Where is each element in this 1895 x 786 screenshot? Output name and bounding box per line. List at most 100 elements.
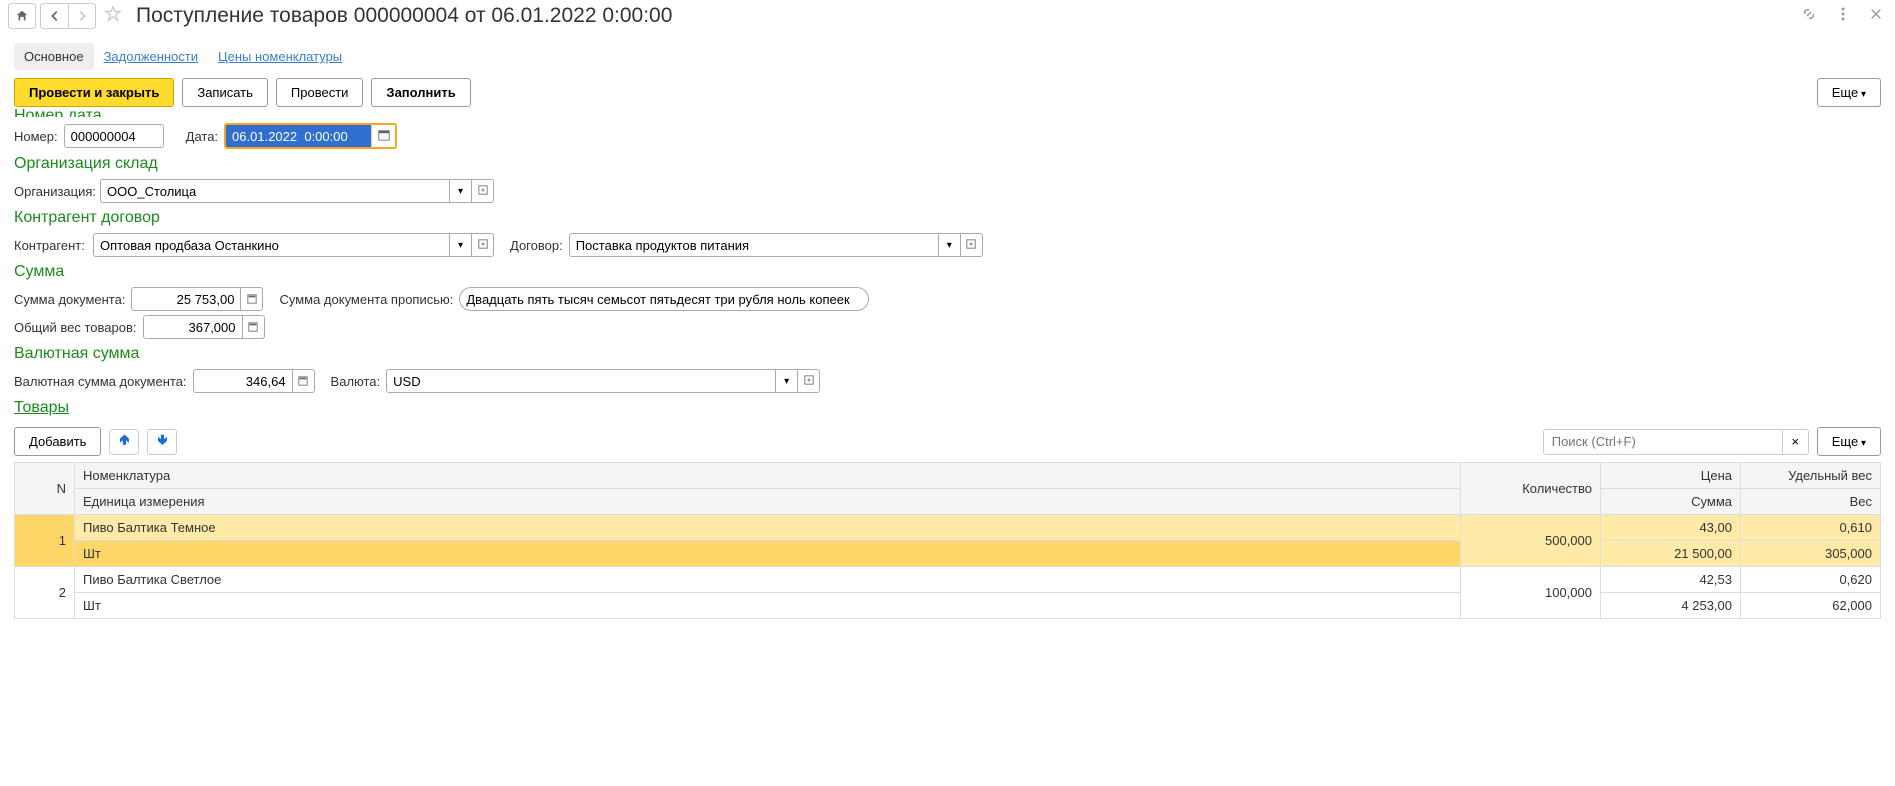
calculator-icon <box>298 376 308 386</box>
calendar-icon <box>378 129 390 141</box>
doc-sum-calc-button[interactable] <box>241 287 263 311</box>
cell-sum[interactable]: 21 500,00 <box>1601 541 1741 567</box>
home-button[interactable] <box>8 3 36 29</box>
th-sum[interactable]: Сумма <box>1601 489 1741 515</box>
tab-debts[interactable]: Задолженности <box>94 43 208 70</box>
org-input[interactable] <box>100 179 450 203</box>
section-org-warehouse[interactable]: Организация склад <box>14 155 1881 173</box>
link-icon <box>1801 6 1817 22</box>
doc-sum-input[interactable] <box>131 287 241 311</box>
tab-main[interactable]: Основное <box>14 43 94 70</box>
total-weight-calc-button[interactable] <box>243 315 265 339</box>
date-picker-button[interactable] <box>371 125 395 147</box>
section-counterparty-contract[interactable]: Контрагент договор <box>14 209 1881 227</box>
cell-nomenclature[interactable]: Пиво Балтика Темное <box>75 515 1461 541</box>
tab-prices[interactable]: Цены номенклатуры <box>208 43 352 70</box>
nav-back-button[interactable] <box>40 3 68 29</box>
cell-unit-weight[interactable]: 0,620 <box>1741 567 1881 593</box>
counterparty-dropdown-button[interactable]: ▾ <box>450 233 472 257</box>
number-input[interactable] <box>64 124 164 148</box>
table-more-button[interactable]: Еще <box>1817 427 1881 456</box>
add-row-button[interactable]: Добавить <box>14 427 101 456</box>
search-clear-button[interactable]: × <box>1783 429 1809 455</box>
cell-unit[interactable]: Шт <box>75 541 1461 567</box>
table-row[interactable]: Шт 4 253,00 62,000 <box>15 593 1881 619</box>
move-down-button[interactable]: 🢃 <box>147 429 177 455</box>
cell-quantity[interactable]: 100,000 <box>1461 567 1601 619</box>
counterparty-input[interactable] <box>93 233 450 257</box>
cell-weight[interactable]: 62,000 <box>1741 593 1881 619</box>
doc-sum-label: Сумма документа: <box>14 292 125 307</box>
date-label: Дата: <box>186 129 218 144</box>
cell-quantity[interactable]: 500,000 <box>1461 515 1601 567</box>
home-icon <box>15 9 29 23</box>
cell-sum[interactable]: 4 253,00 <box>1601 593 1741 619</box>
org-dropdown-button[interactable]: ▾ <box>450 179 472 203</box>
date-input[interactable] <box>226 125 371 147</box>
goods-table: N Номенклатура Количество Цена Удельный … <box>14 462 1881 619</box>
th-nomenclature[interactable]: Номенклатура <box>75 463 1461 489</box>
contract-dropdown-button[interactable]: ▾ <box>939 233 961 257</box>
section-currency-sum[interactable]: Валютная сумма <box>14 345 1881 363</box>
close-button[interactable] <box>1865 3 1887 28</box>
section-sum[interactable]: Сумма <box>14 263 1881 281</box>
total-weight-label: Общий вес товаров: <box>14 320 137 335</box>
section-goods[interactable]: Товары <box>14 399 1881 417</box>
post-button[interactable]: Провести <box>276 78 364 107</box>
currency-input[interactable] <box>386 369 776 393</box>
table-row[interactable]: 1 Пиво Балтика Темное 500,000 43,00 0,61… <box>15 515 1881 541</box>
total-weight-input[interactable] <box>143 315 243 339</box>
org-open-button[interactable] <box>472 179 494 203</box>
nav-forward-button[interactable] <box>68 3 96 29</box>
calculator-icon <box>247 294 257 304</box>
th-quantity[interactable]: Количество <box>1461 463 1601 515</box>
th-unit-weight[interactable]: Удельный вес <box>1741 463 1881 489</box>
table-row[interactable]: 2 Пиво Балтика Светлое 100,000 42,53 0,6… <box>15 567 1881 593</box>
cell-n[interactable]: 2 <box>15 567 75 619</box>
table-search-input[interactable] <box>1543 429 1783 455</box>
cell-nomenclature[interactable]: Пиво Балтика Светлое <box>75 567 1461 593</box>
currency-label: Валюта: <box>331 374 381 389</box>
favorite-button[interactable] <box>100 3 126 29</box>
cell-n[interactable]: 1 <box>15 515 75 567</box>
cell-weight[interactable]: 305,000 <box>1741 541 1881 567</box>
th-price[interactable]: Цена <box>1601 463 1741 489</box>
open-icon <box>966 239 976 249</box>
arrow-right-icon <box>75 9 89 23</box>
cell-price[interactable]: 43,00 <box>1601 515 1741 541</box>
th-weight[interactable]: Вес <box>1741 489 1881 515</box>
cell-unit[interactable]: Шт <box>75 593 1461 619</box>
close-icon <box>1869 7 1883 21</box>
more-button[interactable]: Еще <box>1817 78 1881 107</box>
org-label: Организация: <box>14 184 94 199</box>
doc-sum-words-label: Сумма документа прописью: <box>279 292 453 307</box>
menu-button[interactable] <box>1831 2 1855 29</box>
contract-input[interactable] <box>569 233 939 257</box>
currency-sum-calc-button[interactable] <box>293 369 315 393</box>
cell-price[interactable]: 42,53 <box>1601 567 1741 593</box>
move-up-button[interactable]: 🢁 <box>109 429 139 455</box>
doc-sum-words-input <box>459 287 869 311</box>
date-input-group <box>224 123 397 149</box>
contract-open-button[interactable] <box>961 233 983 257</box>
cell-unit-weight[interactable]: 0,610 <box>1741 515 1881 541</box>
dots-vertical-icon <box>1835 6 1851 22</box>
save-button[interactable]: Записать <box>182 78 268 107</box>
table-row[interactable]: Шт 21 500,00 305,000 <box>15 541 1881 567</box>
section-number-date[interactable]: Номер дата <box>14 107 1881 117</box>
document-title: Поступление товаров 000000004 от 06.01.2… <box>136 4 672 28</box>
counterparty-open-button[interactable] <box>472 233 494 257</box>
th-n[interactable]: N <box>15 463 75 515</box>
star-icon <box>104 5 122 23</box>
fill-button[interactable]: Заполнить <box>371 78 470 107</box>
link-button[interactable] <box>1797 2 1821 29</box>
open-icon <box>478 239 488 249</box>
th-unit[interactable]: Единица измерения <box>75 489 1461 515</box>
contract-label: Договор: <box>510 238 563 253</box>
currency-open-button[interactable] <box>798 369 820 393</box>
currency-dropdown-button[interactable]: ▾ <box>776 369 798 393</box>
post-and-close-button[interactable]: Провести и закрыть <box>14 78 174 107</box>
arrow-left-icon <box>48 9 62 23</box>
currency-sum-input[interactable] <box>193 369 293 393</box>
counterparty-label: Контрагент: <box>14 238 87 253</box>
